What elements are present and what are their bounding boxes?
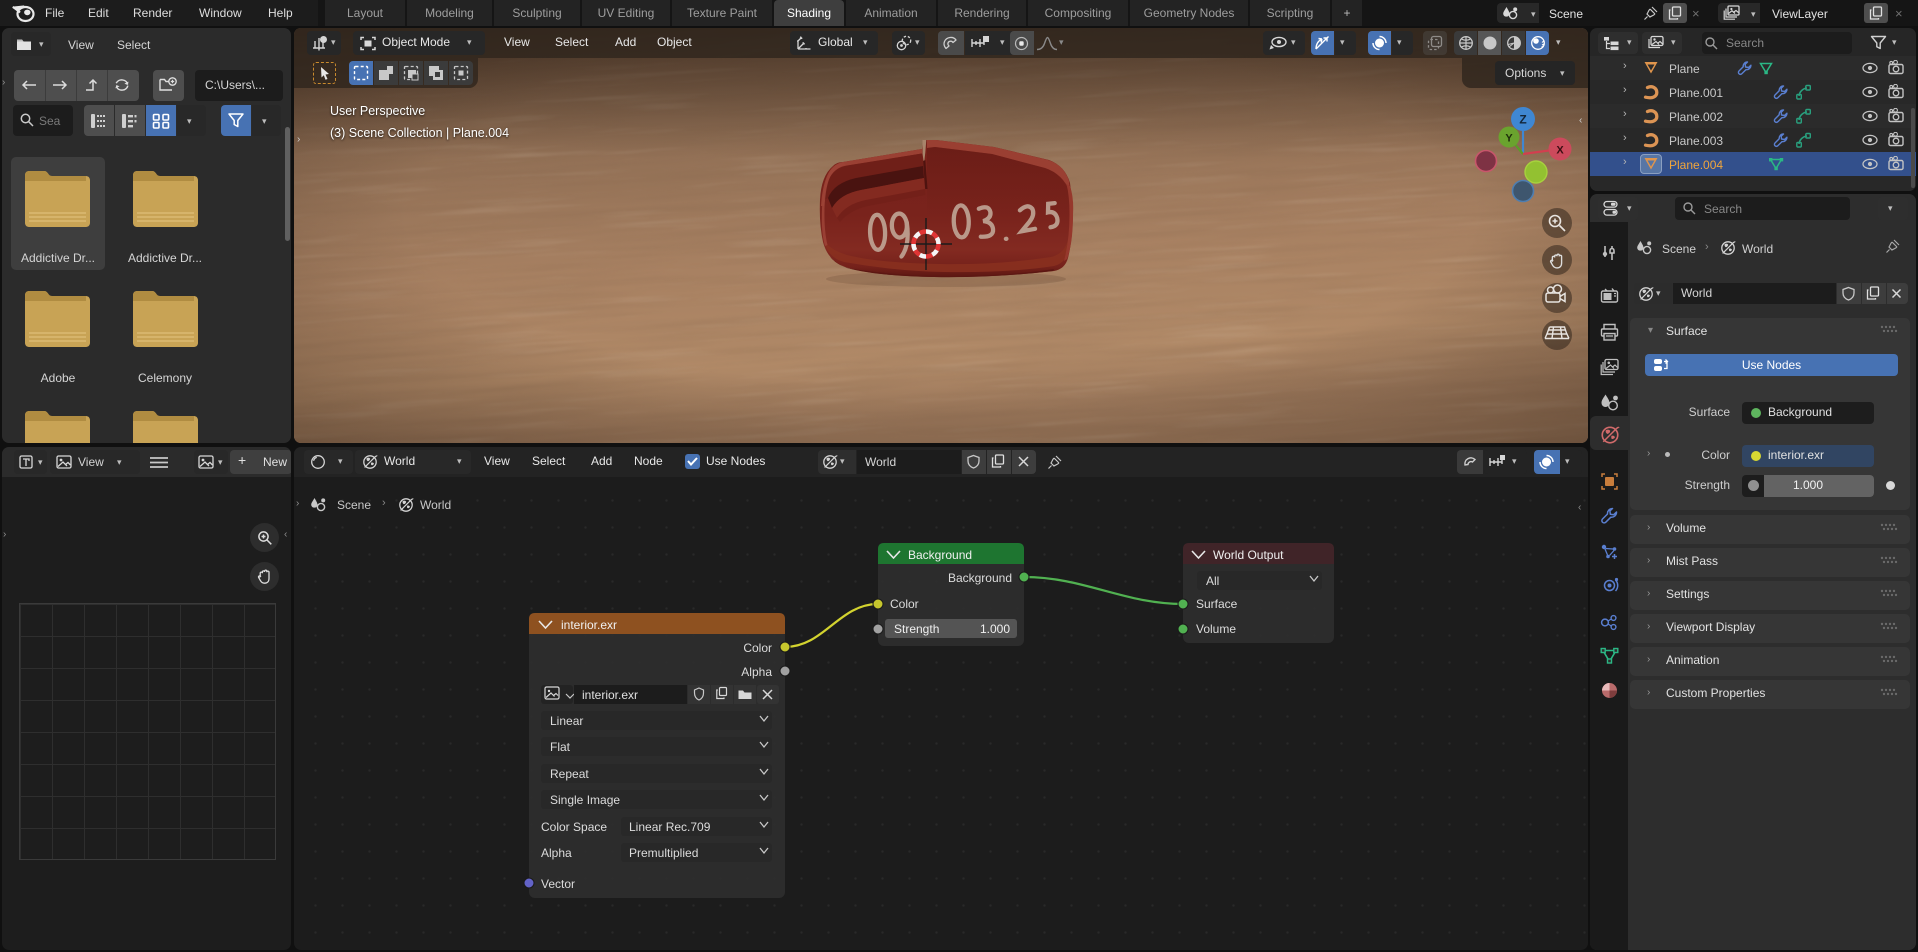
- svg-text:Strength: Strength: [894, 622, 939, 636]
- svg-text:1.000: 1.000: [980, 622, 1010, 636]
- svg-text:interior.exr: interior.exr: [582, 688, 638, 702]
- svg-text:Single Image: Single Image: [550, 793, 620, 807]
- svg-text:interior.exr: interior.exr: [561, 618, 617, 632]
- svg-text:Flat: Flat: [550, 740, 571, 754]
- svg-text:Vector: Vector: [541, 877, 575, 891]
- svg-text:Repeat: Repeat: [550, 767, 589, 781]
- svg-text:Background: Background: [948, 571, 1012, 585]
- svg-text:Volume: Volume: [1196, 622, 1236, 636]
- svg-text:Linear: Linear: [550, 714, 583, 728]
- svg-text:›: ›: [297, 134, 300, 145]
- svg-text:‹: ‹: [1579, 115, 1582, 126]
- svg-text:Alpha: Alpha: [741, 665, 772, 679]
- svg-text:Background: Background: [908, 548, 972, 562]
- svg-text:Color: Color: [890, 597, 919, 611]
- svg-text:Surface: Surface: [1196, 597, 1238, 611]
- svg-text:Alpha: Alpha: [541, 846, 572, 860]
- svg-text:Linear Rec.709: Linear Rec.709: [629, 820, 711, 834]
- svg-text:X: X: [1556, 145, 1564, 157]
- svg-text:All: All: [1206, 574, 1219, 588]
- svg-text:Y: Y: [1505, 133, 1513, 145]
- svg-text:World Output: World Output: [1213, 548, 1284, 562]
- svg-text:Color Space: Color Space: [541, 820, 607, 834]
- svg-text:Z: Z: [1519, 113, 1526, 127]
- svg-text:Premultiplied: Premultiplied: [629, 846, 698, 860]
- svg-text:Color: Color: [743, 641, 772, 655]
